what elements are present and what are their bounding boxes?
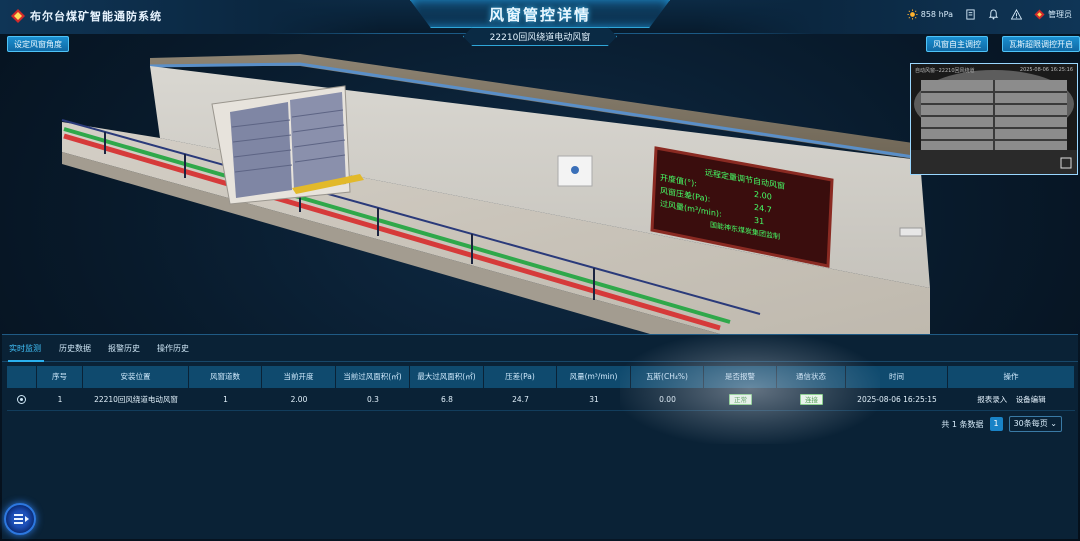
cell-current-area: 0.3 [367,395,379,404]
chevron-down-icon: ⌄ [1050,419,1057,428]
header-cell: 风窗道数 [189,366,262,388]
header-cell: 瓦斯(CH₄%) [631,366,704,388]
header-cell: 安装位置 [83,366,189,388]
cell-time: 2025-08-06 16:25:15 [857,395,937,404]
cell-airflow: 31 [589,395,599,404]
wall-sensor [899,227,923,237]
page-title: 风窗管控详情 [488,6,591,24]
pagination: 共 1 条数据 1 30条每页 ⌄ [941,416,1062,432]
panel-tabs: 实时监测 历史数据 报警历史 操作历史 [2,335,1078,362]
table-row[interactable]: 1 22210回风绕道电动风窗 1 2.00 0.3 6.8 24.7 31 0… [7,389,1075,411]
set-angle-button[interactable]: 设定风窗角度 [7,36,69,52]
cell-pressure: 24.7 [512,395,529,404]
header-cell: 操作 [948,366,1075,388]
page-size-value: 30条每页 [1013,419,1048,428]
app-root: 布尔台煤矿智能通防系统 风窗管控详情 22210回风绕道电动风窗 858 hPa [0,0,1080,541]
menu-icon [14,514,29,524]
device-edit-link[interactable]: 设备编辑 [1016,395,1046,404]
tab-realtime[interactable]: 实时监测 [9,343,41,354]
pressure-indicator: 858 hPa [907,9,953,20]
cell-count: 1 [223,395,228,404]
camera-feed-image [911,64,1077,174]
cell-comm: 连接 [777,389,846,411]
header-cell: 时间 [846,366,948,388]
user-avatar-icon [1034,9,1045,20]
window-door-left [230,102,292,198]
auto-control-button[interactable]: 风窗自主调控 [926,36,988,52]
cell-location: 22210回风绕道电动风窗 [94,395,178,404]
cell-opening: 2.00 [290,395,308,404]
cell-max-area: 6.8 [441,395,453,404]
tab-history[interactable]: 历史数据 [59,343,91,354]
page-number-button[interactable]: 1 [989,417,1003,431]
header-select [7,366,37,388]
menu-fab-button[interactable] [4,503,36,535]
tab-alarm-history[interactable]: 报警历史 [108,343,140,354]
cell-alarm: 正常 [704,389,777,411]
header-cell: 当前过风面积(㎡) [336,366,410,388]
header-cell: 风量(m³/min) [557,366,631,388]
device-subtitle: 22210回风绕道电动风窗 [489,33,591,43]
report-entry-link[interactable]: 报表录入 [977,395,1007,404]
header-cell: 通信状态 [777,366,846,388]
alarm-status-badge: 正常 [729,394,752,405]
camera-timestamp: 2025-08-06 16:25:16 [1019,67,1073,73]
header-cell: 最大过风面积(㎡) [410,366,484,388]
active-tab-indicator [8,360,44,362]
header-cell: 是否报警 [704,366,777,388]
camera-label: 自动风窗--22210回风绕道 [915,68,975,74]
system-title: 布尔台煤矿智能通防系统 [30,10,162,23]
cell-gas: 0.00 [659,395,676,404]
row-select-cell [7,389,37,411]
top-header: 布尔台煤矿智能通防系统 风窗管控详情 22210回风绕道电动风窗 858 hPa [0,0,1080,46]
pressure-value: 858 hPa [920,10,953,19]
header-status-area: 858 hPa 管理员 [907,9,1072,20]
comm-status-badge: 连接 [800,394,823,405]
header-cell: 压差(Pa) [484,366,557,388]
row-radio[interactable] [17,395,26,404]
table-header: 序号 安装位置 风窗道数 当前开度 当前过风面积(㎡) 最大过风面积(㎡) 压差… [7,366,1075,388]
user-menu[interactable]: 管理员 [1034,9,1072,20]
data-panel: 实时监测 历史数据 报警历史 操作历史 序号 安装位置 风窗道数 当前开度 当前… [2,334,1078,539]
warning-icon[interactable] [1011,9,1022,20]
header-cell: 序号 [37,366,83,388]
bell-icon[interactable] [988,9,999,20]
total-count: 共 1 条数据 [941,419,984,429]
company-logo-icon [11,9,25,23]
document-icon[interactable] [965,9,976,20]
tab-operation-history[interactable]: 操作历史 [157,343,189,354]
camera-preview[interactable]: 自动风窗--22210回风绕道 2025-08-06 16:25:16 [910,63,1078,175]
header-cell: 当前开度 [262,366,336,388]
gas-control-button[interactable]: 瓦斯超限调控开启 [1002,36,1080,52]
cell-actions: 报表录入 设备编辑 [948,389,1075,411]
page-size-select[interactable]: 30条每页 ⌄ [1008,416,1062,432]
sun-icon [907,9,918,20]
user-name: 管理员 [1048,10,1072,19]
cell-index: 1 [57,395,63,404]
